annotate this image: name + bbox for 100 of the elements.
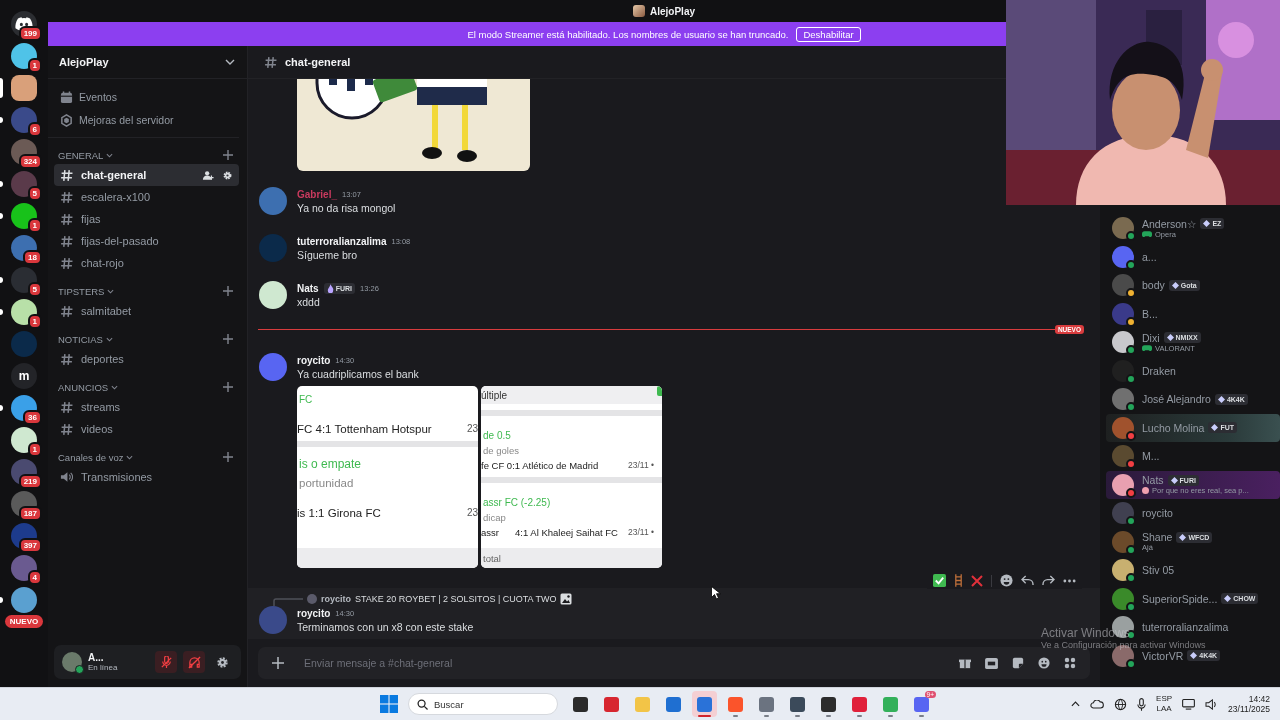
new-badge[interactable]: NUEVO — [4, 615, 44, 628]
bet-slip-screenshot[interactable]: FC FC 4:1 Tottenham Hotspur 23 is o empate portunidad is 1:1 Girona FC 23 — [297, 386, 478, 568]
channel-item[interactable]: chat-general — [54, 164, 239, 186]
channel-item[interactable]: Transmisiones — [54, 466, 239, 488]
add-icon[interactable] — [223, 150, 233, 160]
server-icon[interactable] — [11, 171, 37, 197]
start-icon[interactable] — [380, 695, 398, 713]
chevron-down-icon[interactable] — [111, 384, 119, 390]
clock-time[interactable]: 14:42 — [1248, 694, 1270, 704]
forward-icon[interactable] — [1042, 575, 1055, 586]
add-icon[interactable] — [223, 286, 233, 296]
member-name[interactable]: Draken — [1142, 364, 1176, 377]
chevron-down-icon[interactable] — [225, 59, 235, 65]
message-input[interactable]: Enviar mensaje a #chat-general — [298, 657, 945, 669]
member-name[interactable]: VictorVR — [1142, 649, 1184, 662]
apps-icon[interactable] — [1064, 657, 1076, 669]
server-icon[interactable] — [11, 43, 37, 69]
channel-item[interactable]: deportes — [54, 348, 239, 370]
sticker-icon[interactable] — [1012, 657, 1024, 669]
reply-text[interactable]: STAKE 20 ROYBET | 2 SOLSITOS | CUOTA TWO — [355, 594, 557, 604]
channel-item[interactable]: streams — [54, 396, 239, 418]
member-name[interactable]: Dixi — [1142, 331, 1160, 344]
chevron-down-icon[interactable] — [105, 336, 113, 342]
member-name[interactable]: M... — [1142, 450, 1160, 463]
server-icon[interactable]: m — [11, 363, 37, 389]
reply-author[interactable]: roycito — [321, 594, 351, 604]
input-language[interactable]: ESP — [1156, 694, 1173, 704]
member-name[interactable]: a... — [1142, 250, 1157, 263]
author-name[interactable]: tuterroralianzalima — [297, 235, 387, 247]
channel-item[interactable]: escalera-x100 — [54, 186, 239, 208]
chevron-up-icon[interactable] — [1071, 701, 1081, 707]
emoji-icon[interactable] — [1038, 657, 1050, 669]
microphone-icon[interactable] — [1137, 697, 1147, 711]
server-icon[interactable] — [11, 299, 37, 325]
ladder-icon[interactable] — [954, 574, 963, 587]
nav-link[interactable]: Eventos — [79, 91, 117, 103]
search-field[interactable]: Buscar — [434, 698, 544, 710]
server-icon[interactable] — [11, 587, 37, 613]
add-icon[interactable] — [223, 334, 233, 344]
server-icon[interactable] — [11, 395, 37, 421]
avatar[interactable] — [1112, 217, 1134, 240]
chevron-down-icon[interactable] — [126, 454, 134, 460]
category-header[interactable]: GENERAL — [58, 149, 104, 161]
server-name[interactable]: AlejoPlay — [59, 56, 109, 68]
search-bar[interactable]: Buscar — [408, 693, 558, 715]
member-name[interactable]: Lucho Molina — [1142, 421, 1205, 434]
category-header[interactable]: Canales de voz — [58, 451, 124, 463]
server-icon[interactable] — [11, 203, 37, 229]
channel-item[interactable]: chat-rojo — [54, 252, 239, 274]
member-name[interactable]: José Alejandro — [1142, 393, 1211, 406]
add-icon[interactable] — [223, 452, 233, 462]
member-name[interactable]: tuterroralianzalima — [1142, 621, 1229, 634]
settings-icon[interactable] — [222, 169, 233, 181]
clock-date[interactable]: 23/11/2025 — [1228, 704, 1270, 714]
member-name[interactable]: Shane — [1142, 531, 1173, 544]
avatar[interactable] — [1112, 559, 1134, 582]
check-icon[interactable] — [933, 574, 946, 587]
microphone-button[interactable] — [155, 651, 177, 673]
chevron-down-icon[interactable] — [107, 288, 115, 294]
avatar[interactable] — [1112, 274, 1134, 297]
channel-item[interactable]: fijas — [54, 208, 239, 230]
chevron-down-icon[interactable] — [106, 152, 114, 158]
server-icon[interactable] — [11, 267, 37, 293]
avatar[interactable] — [1112, 502, 1134, 525]
avatar[interactable] — [1112, 530, 1134, 553]
category-header[interactable]: NOTICIAS — [58, 333, 103, 345]
monitor-icon[interactable] — [1182, 698, 1196, 710]
channel-item[interactable]: salmitabet — [54, 300, 239, 322]
headphones-button[interactable] — [183, 651, 205, 673]
category-header[interactable]: ANUNCIOS — [58, 381, 109, 393]
add-icon[interactable] — [223, 382, 233, 392]
author-name[interactable]: roycito — [297, 607, 331, 619]
member-name[interactable]: Nats — [1142, 474, 1164, 487]
member-name[interactable]: Stiv 05 — [1142, 564, 1175, 577]
channel-item[interactable]: fijas-del-pasado — [54, 230, 239, 252]
gift-icon[interactable] — [959, 657, 971, 669]
avatar[interactable] — [1112, 473, 1134, 496]
avatar[interactable] — [1112, 245, 1134, 268]
category-header[interactable]: TIPSTERS — [58, 285, 105, 297]
avatar[interactable] — [1112, 388, 1134, 411]
member-name[interactable]: B... — [1142, 307, 1158, 320]
author-name[interactable]: Nats — [297, 282, 319, 294]
disable-button[interactable]: Deshabilitar — [796, 26, 861, 42]
add-icon[interactable] — [272, 657, 284, 669]
nav-link[interactable]: Mejoras del servidor — [79, 114, 174, 126]
avatar[interactable] — [1112, 587, 1134, 610]
member-name[interactable]: roycito — [1142, 507, 1173, 520]
avatar[interactable] — [259, 281, 287, 309]
gif-icon[interactable] — [985, 657, 998, 669]
more-icon[interactable] — [1063, 578, 1076, 583]
server-icon[interactable] — [11, 75, 37, 101]
emoji-icon[interactable] — [1000, 574, 1013, 587]
server-icon[interactable] — [11, 427, 37, 453]
member-name[interactable]: Anderson☆ — [1142, 217, 1197, 230]
author-name[interactable]: Gabriel_ — [297, 188, 338, 200]
author-name[interactable]: roycito — [297, 354, 331, 366]
channel-item[interactable]: videos — [54, 418, 239, 440]
avatar[interactable] — [1112, 331, 1134, 354]
bet-slip-screenshot[interactable]: últiple de 0.5 de goles fe CF 0:1 Atlético de Madrid 23/11 • assr FC (-2.25) dicap assr 4:1 Al Khaleej Saihat FC 23/11 • total — [481, 386, 662, 568]
volume-icon[interactable] — [1205, 698, 1219, 710]
